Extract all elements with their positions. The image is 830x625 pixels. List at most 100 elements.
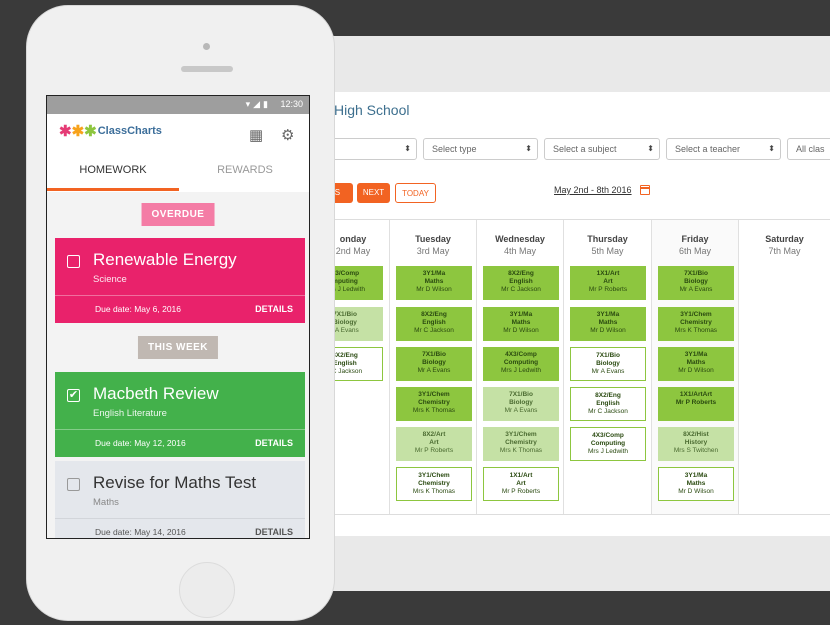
lesson-subject: Biology <box>596 360 620 367</box>
lesson-code: 3Y1/Ma <box>684 472 708 479</box>
type-select[interactable]: Select type ⬍ <box>423 138 538 160</box>
lesson-cell[interactable]: 3Y1/Ma Maths Mr D Wilson <box>483 307 559 341</box>
details-button[interactable]: DETAILS <box>255 527 293 537</box>
chevron-updown-icon: ⬍ <box>647 144 654 153</box>
lesson-teacher: Mrs K Thomas <box>674 327 718 334</box>
homework-title: Renewable Energy <box>93 250 237 269</box>
lesson-teacher: Mrs K Thomas <box>499 447 543 454</box>
checkbox[interactable] <box>67 478 80 491</box>
lesson-cell[interactable]: 3Y1/Ma Maths Mr D Wilson <box>396 266 472 300</box>
lesson-teacher: Mr A Evans <box>591 368 625 375</box>
calendar-icon[interactable] <box>640 185 650 195</box>
lesson-code: 8X2/Art <box>422 431 446 438</box>
day-date: 3rd May <box>416 246 450 256</box>
lesson-cell[interactable]: 3Y1/Chem Chemistry Mrs K Thomas <box>396 387 472 421</box>
lesson-cell[interactable]: 8X2/Art Art Mr P Roberts <box>396 427 472 461</box>
lesson-subject: Chemistry <box>680 319 712 326</box>
lesson-cell[interactable]: 3Y1/Ma Maths Mr D Wilson <box>658 467 734 501</box>
card-footer: Due date: May 12, 2016 DETAILS <box>55 429 305 457</box>
status-bar: ▾◢▮ 12:30 <box>47 96 309 114</box>
lesson-cell[interactable]: 3Y1/Ma Maths Mr D Wilson <box>658 347 734 381</box>
lesson-code: 7X1/Bio <box>422 351 446 358</box>
card-footer: Due date: May 6, 2016 DETAILS <box>55 295 305 323</box>
lesson-cell[interactable]: 8X2/Eng English Mr C Jackson <box>396 307 472 341</box>
lesson-subject: Maths <box>598 319 618 326</box>
lesson-cell[interactable]: 3Y1/Ma Maths Mr D Wilson <box>570 307 646 341</box>
lesson-cell[interactable]: 4X3/Comp Computing Mrs J Ledwith <box>483 347 559 381</box>
lesson-subject: English <box>509 278 533 285</box>
lesson-subject: Biology <box>684 278 708 285</box>
lesson-cell[interactable]: 8X2/Eng English Mr C Jackson <box>483 266 559 300</box>
lesson-teacher: Mr D Wilson <box>503 327 539 334</box>
day-name: Friday <box>681 234 709 244</box>
lesson-cell[interactable]: 1X1/ArtArtMr P Roberts <box>483 467 559 501</box>
due-date: Due date: May 14, 2016 <box>95 527 186 537</box>
teacher-select[interactable]: Select a teacher ⬍ <box>666 138 781 160</box>
date-range-link[interactable]: May 2nd - 8th 2016 <box>554 185 632 195</box>
lesson-code: 8X2/Hist <box>683 431 709 438</box>
details-button[interactable]: DETAILS <box>255 438 293 448</box>
all-classes-select[interactable]: All clas <box>787 138 830 160</box>
lesson-code: 3Y1/Ma <box>422 270 446 277</box>
homework-card[interactable]: Revise for Maths Test Maths Due date: Ma… <box>55 461 305 538</box>
chevron-updown-icon: ⬍ <box>768 144 775 153</box>
day-date: 6th May <box>678 246 711 256</box>
lesson-subject: Art <box>429 439 439 446</box>
lesson-cell[interactable]: 1X1/ArtArtMr P Roberts <box>570 266 646 300</box>
gear-icon[interactable]: ⚙ <box>281 126 294 144</box>
lesson-teacher: Mr C Jackson <box>414 327 454 334</box>
lesson-cell[interactable]: 8X2/Eng English Mr C Jackson <box>570 387 646 421</box>
home-button[interactable] <box>179 562 235 618</box>
lesson-subject: Chemistry <box>418 480 450 487</box>
lesson-subject: Computing <box>503 359 539 366</box>
homework-card[interactable]: ✔ Macbeth Review English Literature Due … <box>55 372 305 457</box>
tab-homework[interactable]: HOMEWORK <box>47 164 179 176</box>
lesson-subject: Chemistry <box>418 399 450 406</box>
lesson-subject: Biology <box>509 399 533 406</box>
lesson-subject: Biology <box>422 359 446 366</box>
lesson-cell[interactable]: 7X1/Bio Biology Mr A Evans <box>396 347 472 381</box>
lesson-code: 3Y1/Chem <box>418 472 450 479</box>
day-date: 5th May <box>591 246 624 256</box>
day-column: Saturday 7th May <box>738 220 830 514</box>
today-button[interactable]: TODAY <box>395 183 436 203</box>
speaker <box>181 66 233 72</box>
next-week-button[interactable]: NEXT <box>357 183 390 203</box>
lesson-teacher: Mr D Wilson <box>678 367 714 374</box>
lesson-code: 1X1/ArtArt <box>679 391 713 398</box>
day-column: Wednesday 4th May 8X2/Eng English Mr C Jacks… <box>476 220 563 514</box>
homework-card[interactable]: Renewable Energy Science Due date: May 6… <box>55 238 305 323</box>
lesson-cell[interactable]: 8X2/Hist History Mrs S Twitchen <box>658 427 734 461</box>
details-button[interactable]: DETAILS <box>255 304 293 314</box>
lesson-code: 8X2/Eng <box>508 270 534 277</box>
lesson-cell[interactable]: 3Y1/Chem Chemistry Mrs K Thomas <box>396 467 472 501</box>
checkbox[interactable] <box>67 255 80 268</box>
tab-rewards[interactable]: REWARDS <box>179 164 309 176</box>
lesson-cell[interactable]: 3Y1/Chem Chemistry Mrs K Thomas <box>483 427 559 461</box>
lesson-cell[interactable]: 3Y1/Chem Chemistry Mrs K Thomas <box>658 307 734 341</box>
chevron-updown-icon: ⬍ <box>404 144 411 153</box>
lesson-subject: Maths <box>511 319 531 326</box>
subject-select[interactable]: Select a subject ⬍ <box>544 138 660 160</box>
lesson-cell[interactable]: 1X1/ArtArtMr P Roberts <box>658 387 734 421</box>
lesson-subject: Computing <box>590 440 626 447</box>
signal-battery-icons: ▾◢▮ <box>245 99 271 109</box>
lesson-cell[interactable]: 7X1/Bio Biology Mr A Evans <box>483 387 559 421</box>
day-name: Saturday <box>765 234 804 244</box>
lesson-teacher: Mrs K Thomas <box>412 488 456 495</box>
lesson-teacher: Mrs K Thomas <box>412 407 456 414</box>
lesson-subject: Mr P Roberts <box>675 399 717 406</box>
day-date: 4th May <box>503 246 536 256</box>
lesson-cell[interactable]: 7X1/Bio Biology Mr A Evans <box>570 347 646 381</box>
lesson-cell[interactable]: 7X1/Bio Biology Mr A Evans <box>658 266 734 300</box>
lesson-subject: Maths <box>686 480 706 487</box>
calendar-icon[interactable]: ▦ <box>249 126 263 144</box>
lesson-code: 7X1/Bio <box>596 352 620 359</box>
lesson-teacher: Mr C Jackson <box>588 408 628 415</box>
lesson-teacher: Mrs J Ledwith <box>587 448 629 455</box>
checkbox-checked[interactable]: ✔ <box>67 389 80 402</box>
lesson-teacher: Mr D Wilson <box>590 327 626 334</box>
day-name: Tuesday <box>415 234 451 244</box>
lesson-subject: History <box>684 439 708 446</box>
lesson-cell[interactable]: 4X3/Comp Computing Mrs J Ledwith <box>570 427 646 461</box>
